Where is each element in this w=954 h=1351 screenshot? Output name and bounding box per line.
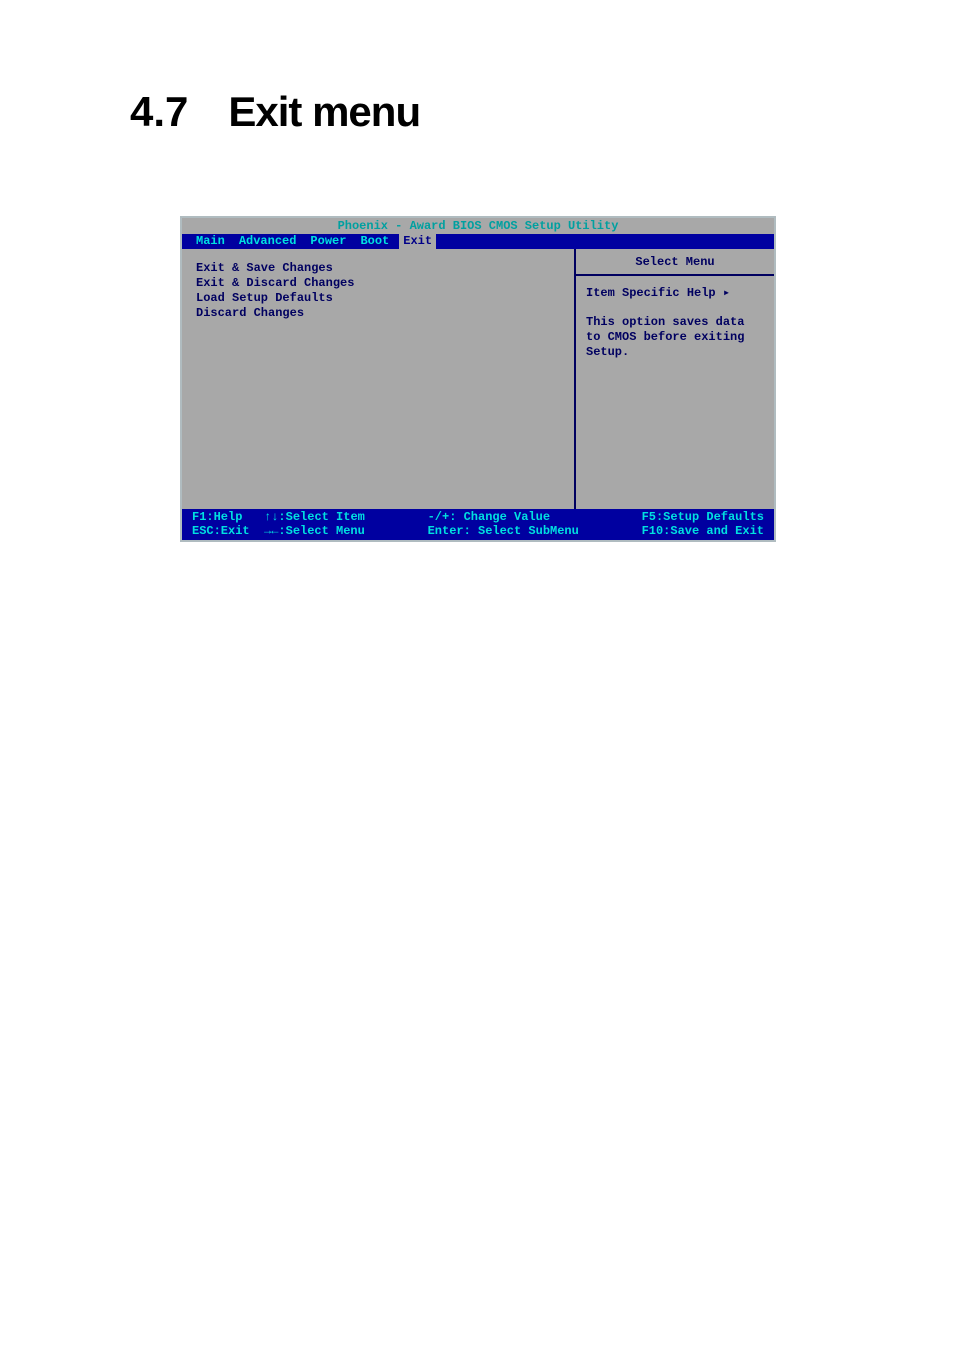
tab-advanced[interactable]: Advanced bbox=[235, 234, 301, 249]
footer-right: F5:Setup Defaults F10:Save and Exit bbox=[642, 510, 764, 538]
help-body: This option saves data to CMOS before ex… bbox=[586, 315, 764, 360]
section-heading: 4.7 Exit menu bbox=[130, 88, 420, 136]
heading-number: 4.7 bbox=[130, 88, 188, 136]
footer-updown: ↑↓:Select Item bbox=[264, 510, 365, 524]
footer-f5: F5:Setup Defaults bbox=[642, 510, 764, 524]
footer-f1: F1:Help bbox=[192, 510, 242, 524]
heading-title: Exit menu bbox=[228, 88, 420, 136]
footer-change: -/+: Change Value bbox=[428, 510, 550, 524]
help-subtitle: Item Specific Help ▸ bbox=[586, 286, 764, 301]
footer-leftright: →←:Select Menu bbox=[264, 524, 365, 538]
footer-enter: Enter: Select SubMenu bbox=[428, 524, 579, 538]
item-discard-changes[interactable]: Discard Changes bbox=[196, 306, 560, 321]
bios-window: Phoenix - Award BIOS CMOS Setup Utility … bbox=[180, 216, 776, 542]
item-exit-save[interactable]: Exit & Save Changes bbox=[196, 261, 560, 276]
footer-center: -/+: Change Value Enter: Select SubMenu bbox=[428, 510, 579, 538]
footer-left: F1:Help ↑↓:Select Item ESC:Exit →←:Selec… bbox=[192, 510, 365, 538]
bios-footer: F1:Help ↑↓:Select Item ESC:Exit →←:Selec… bbox=[182, 509, 774, 540]
help-title: Select Menu bbox=[586, 255, 764, 270]
bios-body: Exit & Save Changes Exit & Discard Chang… bbox=[182, 249, 774, 509]
bios-menubar: Main Advanced Power Boot Exit bbox=[182, 234, 774, 249]
footer-esc: ESC:Exit bbox=[192, 524, 250, 538]
tab-power[interactable]: Power bbox=[306, 234, 350, 249]
item-load-defaults[interactable]: Load Setup Defaults bbox=[196, 291, 560, 306]
tab-boot[interactable]: Boot bbox=[356, 234, 393, 249]
help-panel: Select Menu Item Specific Help ▸ This op… bbox=[574, 249, 774, 509]
exit-menu-list: Exit & Save Changes Exit & Discard Chang… bbox=[182, 249, 574, 509]
tab-exit[interactable]: Exit bbox=[399, 234, 436, 249]
tab-main[interactable]: Main bbox=[192, 234, 229, 249]
bios-title: Phoenix - Award BIOS CMOS Setup Utility bbox=[182, 218, 774, 234]
help-divider bbox=[576, 274, 774, 276]
footer-f10: F10:Save and Exit bbox=[642, 524, 764, 538]
item-exit-discard[interactable]: Exit & Discard Changes bbox=[196, 276, 560, 291]
